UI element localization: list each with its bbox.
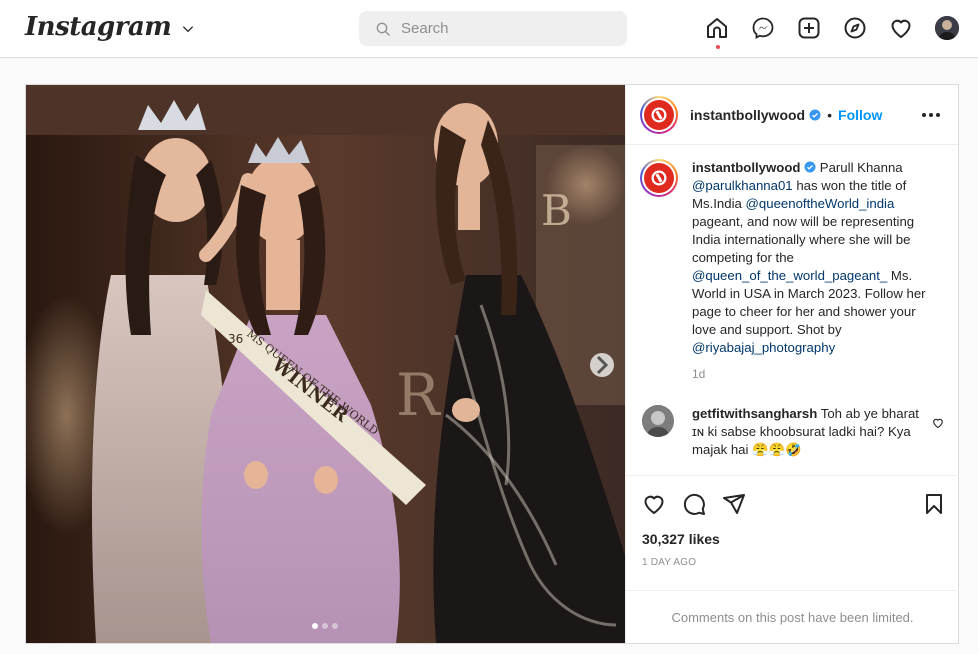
comment-item: getfitwithsangharsh Toh ab ye bharat ɪɴ …	[640, 405, 950, 459]
story-ring[interactable]	[640, 95, 678, 134]
messenger-button[interactable]	[751, 16, 775, 40]
brand-logo-icon	[651, 170, 667, 186]
comment-body: getfitwithsangharsh Toh ab ye bharat ɪɴ …	[692, 405, 932, 459]
caption-lead: Parull Khanna	[819, 160, 903, 175]
carousel-dot	[322, 623, 328, 629]
comments-limited-notice: Comments on this post have been limited.	[626, 590, 959, 643]
svg-text:R: R	[396, 361, 442, 429]
bookmark-icon[interactable]	[922, 492, 946, 516]
nav-icons	[705, 16, 959, 49]
logo-wordmark: Instagram	[25, 12, 172, 42]
sash-number: 36	[228, 332, 243, 346]
activity-button[interactable]	[889, 16, 913, 40]
notification-dot	[716, 45, 720, 49]
more-options-button[interactable]	[922, 113, 940, 117]
new-post-icon	[798, 17, 820, 39]
home-button[interactable]	[705, 16, 729, 49]
post-author[interactable]: instantbollywood	[690, 107, 805, 123]
brand-logo-icon	[651, 107, 667, 122]
mention-link[interactable]: @queen_of_the_world_pageant_	[692, 268, 887, 283]
profile-button[interactable]	[935, 16, 959, 40]
heart-icon[interactable]	[642, 492, 666, 516]
home-icon	[707, 18, 727, 38]
post-actions	[626, 475, 959, 535]
post-sidebar: instantbollywood • Follow instantbollywo…	[625, 85, 959, 643]
mention-link[interactable]: @riyabajaj_photography	[692, 340, 835, 355]
post-timestamp[interactable]: 1 DAY AGO	[642, 557, 696, 568]
comment-author[interactable]: getfitwithsangharsh	[692, 406, 817, 421]
carousel-dots	[312, 623, 338, 629]
verified-icon	[809, 109, 821, 120]
carousel-next-button[interactable]	[590, 353, 614, 377]
carousel-dot	[332, 623, 338, 629]
search-box[interactable]	[359, 11, 627, 46]
follow-button[interactable]: Follow	[838, 107, 882, 123]
photo-illustration: B R MS QUEEN OF THE WORLD WINNER 36	[26, 85, 625, 643]
story-ring[interactable]	[640, 159, 678, 197]
heart-icon[interactable]	[932, 417, 944, 429]
mention-link[interactable]: @parulkhanna01	[692, 178, 793, 193]
separator-dot: •	[827, 106, 833, 123]
likes-count[interactable]: 30,327 likes	[642, 531, 720, 547]
caption-text: pageant, and now will be representing In…	[692, 214, 915, 265]
instagram-logo[interactable]: Instagram	[25, 12, 195, 42]
search-icon	[376, 22, 390, 36]
heart-icon	[891, 19, 911, 38]
caption-body: instantbollywood Parull Khanna @parulkha…	[692, 159, 942, 383]
post-photo[interactable]: B R MS QUEEN OF THE WORLD WINNER 36	[26, 85, 625, 643]
messenger-icon	[752, 17, 774, 40]
profile-picture	[935, 16, 959, 40]
avatar[interactable]	[642, 405, 674, 437]
new-post-button[interactable]	[797, 16, 821, 40]
chevron-right-icon	[596, 355, 609, 375]
post-header: instantbollywood • Follow	[626, 85, 958, 145]
top-navigation: Instagram	[0, 0, 978, 58]
avatar	[644, 99, 674, 130]
caption-timestamp[interactable]: 1d	[692, 365, 942, 383]
share-icon[interactable]	[722, 492, 746, 516]
mention-link[interactable]: @queenoftheWorld_india	[746, 196, 895, 211]
explore-button[interactable]	[843, 16, 867, 40]
chevron-down-icon[interactable]	[181, 22, 195, 36]
post-card: B R MS QUEEN OF THE WORLD WINNER 36 inst…	[25, 84, 959, 644]
svg-text:B: B	[541, 186, 572, 235]
post-caption: instantbollywood Parull Khanna @parulkha…	[640, 159, 950, 383]
avatar	[935, 16, 959, 40]
explore-icon	[844, 17, 866, 39]
avatar	[644, 163, 674, 193]
commenter-picture	[642, 405, 674, 437]
verified-icon	[804, 161, 816, 173]
carousel-dot	[312, 623, 318, 629]
caption-author[interactable]: instantbollywood	[692, 160, 800, 175]
search-input[interactable]	[401, 20, 601, 37]
comment-icon[interactable]	[682, 492, 706, 516]
